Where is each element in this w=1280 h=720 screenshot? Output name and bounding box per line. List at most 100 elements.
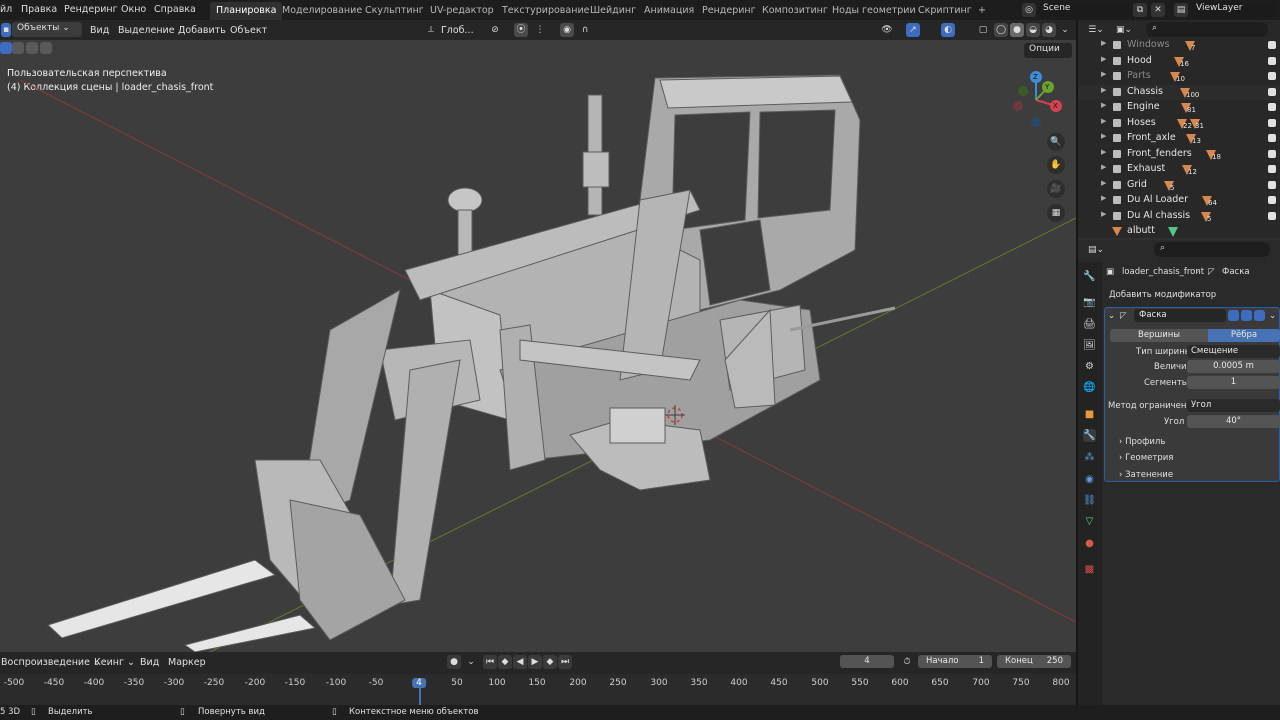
visibility-checkbox[interactable]	[1268, 56, 1276, 65]
view-menu[interactable]: Вид	[90, 25, 109, 36]
zoom-view-icon[interactable]: 🔍	[1047, 133, 1065, 151]
expand-arrow-icon[interactable]: ▶	[1101, 39, 1106, 47]
workspace-tab[interactable]: Скульптинг	[359, 2, 430, 20]
editor-type-icon[interactable]: ▪	[1, 23, 11, 37]
material-shading-icon[interactable]: ◒	[1026, 23, 1040, 37]
visibility-checkbox[interactable]	[1268, 196, 1276, 204]
visibility-checkbox[interactable]	[1268, 118, 1276, 127]
visibility-icon[interactable]: 👁	[880, 23, 894, 37]
workspace-tab[interactable]: Рендеринг	[696, 2, 762, 20]
visibility-checkbox[interactable]	[1268, 180, 1276, 189]
menu-window[interactable]: Окно	[121, 4, 146, 15]
segments-field[interactable]: 1	[1187, 376, 1280, 389]
outliner-row[interactable]: ▶ Front_axle 13	[1078, 131, 1280, 147]
expand-arrow-icon[interactable]: ▶	[1101, 194, 1106, 202]
playback-menu[interactable]: Воспроизведение ⌄	[1, 657, 101, 668]
end-frame-field[interactable]: Конец 250	[997, 655, 1071, 668]
visibility-checkbox[interactable]	[1268, 103, 1276, 111]
workspace-tab[interactable]: Анимация	[638, 2, 700, 20]
snap-icon[interactable]: ⦿	[514, 23, 528, 37]
snap-target-icon[interactable]: ⋮	[533, 23, 547, 37]
transform-orientation-icon[interactable]: ⟂	[424, 23, 438, 37]
jump-end-icon[interactable]: ⏭	[558, 655, 572, 669]
output-tab-icon[interactable]: 🖨	[1083, 318, 1096, 331]
view-layer-tab-icon[interactable]: 🖼	[1083, 339, 1096, 352]
shading-panel-toggle[interactable]: › Затенение	[1119, 470, 1173, 480]
collapse-chevron-icon[interactable]: ⌄	[1108, 311, 1115, 321]
play-reverse-icon[interactable]: ◀	[513, 655, 527, 669]
object-menu[interactable]: Объект	[230, 25, 267, 36]
render-tab-icon[interactable]: 📷	[1083, 296, 1096, 309]
workspace-tab[interactable]: Текстурирование	[496, 2, 595, 20]
vertices-toggle[interactable]: Вершины	[1110, 329, 1208, 342]
scene-icon[interactable]: ◎	[1022, 3, 1036, 17]
xray-icon[interactable]: ▢	[976, 23, 990, 37]
outliner-search-input[interactable]: ⌕	[1146, 22, 1268, 37]
navigation-gizmo[interactable]	[1008, 68, 1068, 128]
outliner-row[interactable]: albutt	[1078, 224, 1280, 240]
3d-viewport[interactable]: Опции Пользовательская перспектива (4) К…	[0, 40, 1076, 652]
workspace-tab[interactable]: UV-редактор	[424, 2, 500, 20]
prev-keyframe-icon[interactable]: ◆	[498, 655, 512, 669]
perspective-grid-icon[interactable]: ▦	[1047, 204, 1065, 222]
texture-tab-icon[interactable]: ▩	[1083, 563, 1096, 576]
outliner-row[interactable]: ▶ Exhaust 12	[1078, 162, 1280, 178]
add-menu[interactable]: Добавить	[178, 25, 226, 36]
marker-menu[interactable]: Маркер	[168, 657, 206, 668]
visibility-checkbox[interactable]	[1268, 41, 1276, 49]
mode-dropdown[interactable]: Объекты ⌄	[12, 22, 82, 37]
copy-scene-icon[interactable]: ⧉	[1133, 3, 1147, 17]
outliner-row[interactable]: ▶ Du Al Loader 64	[1078, 193, 1280, 209]
data-tab-icon[interactable]: ▽	[1083, 515, 1096, 528]
visibility-checkbox[interactable]	[1268, 149, 1276, 158]
properties-editor-type-icon[interactable]: ▤⌄	[1086, 243, 1106, 257]
visibility-checkbox[interactable]	[1268, 72, 1276, 80]
menu-help[interactable]: Справка	[154, 4, 196, 15]
outliner-row[interactable]: ▶ Parts 10	[1078, 69, 1280, 85]
modifier-menu-chevron-icon[interactable]: ⌄	[1269, 311, 1276, 321]
add-modifier-button[interactable]: Добавить модификатор	[1109, 290, 1216, 300]
scene-name-field[interactable]: Scene	[1038, 2, 1130, 17]
visibility-checkbox[interactable]	[1268, 87, 1276, 96]
proportional-edit-icon[interactable]: ◉	[560, 23, 574, 37]
modifier-name-field[interactable]: Фаска	[1134, 309, 1226, 322]
geometry-panel-toggle[interactable]: › Геометрия	[1119, 453, 1173, 463]
object-tab-icon[interactable]: ■	[1083, 408, 1096, 421]
select-menu[interactable]: Выделение	[118, 25, 175, 36]
expand-arrow-icon[interactable]: ▶	[1101, 163, 1106, 171]
camera-view-icon[interactable]: 🎥	[1047, 180, 1065, 198]
keying-menu[interactable]: Кеинг ⌄	[94, 657, 135, 668]
rendered-shading-icon[interactable]: ◕	[1042, 23, 1056, 37]
expand-arrow-icon[interactable]: ▶	[1101, 86, 1106, 94]
view-layer-icon[interactable]: ▤	[1174, 3, 1188, 17]
visibility-checkbox[interactable]	[1268, 134, 1276, 142]
expand-arrow-icon[interactable]: ▶	[1101, 117, 1106, 125]
render-toggle-icon[interactable]	[1254, 310, 1265, 321]
outliner-row[interactable]: ▶ Front_fenders 18	[1078, 147, 1280, 163]
outliner-row[interactable]: ▶ Engine 81	[1078, 100, 1280, 116]
amount-field[interactable]: 0.0005 m	[1187, 360, 1280, 373]
profile-panel-toggle[interactable]: › Профиль	[1119, 437, 1165, 447]
expand-arrow-icon[interactable]: ▶	[1101, 148, 1106, 156]
orientation-dropdown[interactable]: Глоб...	[441, 25, 474, 36]
jump-start-icon[interactable]: ⏮	[483, 655, 497, 669]
expand-arrow-icon[interactable]: ▶	[1101, 55, 1106, 63]
workspace-tab[interactable]: +	[972, 2, 992, 20]
delete-scene-icon[interactable]: ✕	[1151, 3, 1165, 17]
outliner-row[interactable]: ▶ Windows 7	[1078, 38, 1280, 54]
current-frame-field[interactable]: 4	[840, 655, 894, 668]
expand-arrow-icon[interactable]: ▶	[1101, 210, 1106, 218]
shading-options-icon[interactable]: ⌄	[1058, 23, 1072, 37]
expand-arrow-icon[interactable]: ▶	[1101, 132, 1106, 140]
start-frame-field[interactable]: Начало 1	[918, 655, 992, 668]
world-tab-icon[interactable]: 🌐	[1083, 381, 1096, 394]
stopwatch-icon[interactable]: ⏱	[900, 655, 914, 669]
constraints-tab-icon[interactable]: ⛓	[1083, 494, 1096, 507]
expand-arrow-icon[interactable]: ▶	[1101, 101, 1106, 109]
angle-field[interactable]: 40°	[1187, 415, 1280, 428]
falloff-icon[interactable]: ∩	[578, 23, 592, 37]
workspace-tab[interactable]: Композитинг	[756, 2, 834, 20]
outliner-editor-type-icon[interactable]: ☰⌄	[1086, 23, 1106, 37]
pan-view-hand-icon[interactable]: ✋	[1047, 156, 1065, 174]
editmode-toggle-icon[interactable]	[1228, 310, 1239, 321]
